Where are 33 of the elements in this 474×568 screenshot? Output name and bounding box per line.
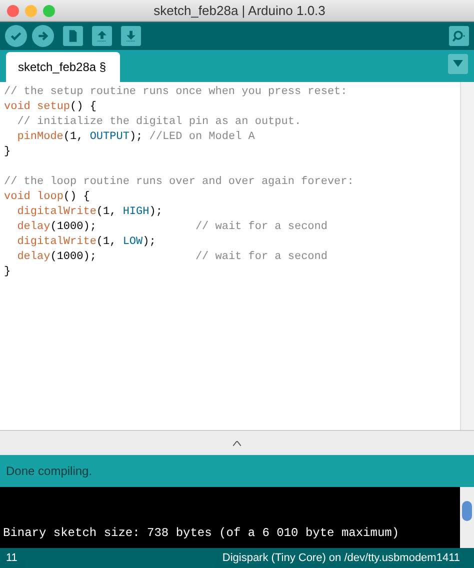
close-button[interactable]: [7, 4, 19, 16]
code-line: delay(1000); // wait for a second: [16, 220, 328, 235]
code-line: digitalWrite(1, LOW);: [16, 235, 157, 250]
splitter-handle-icon[interactable]: [233, 440, 241, 446]
code-line: digitalWrite(1, HIGH);: [16, 205, 164, 220]
code-line: void setup() {: [4, 100, 98, 115]
line-number: 11: [6, 550, 18, 566]
zoom-button[interactable]: [43, 4, 55, 16]
board-port-label: Digispark (Tiny Core) on /dev/tty.usbmodem1411: [222, 550, 460, 566]
upload-button[interactable]: [32, 25, 54, 47]
window-title: sketch_feb28a | Arduino 1.0.3: [152, 2, 326, 20]
code-line: // initialize the digital pin as an output.: [16, 115, 302, 130]
scrollbar[interactable]: [460, 487, 474, 548]
code-line: pinMode(1, OUTPUT); //LED on Model A: [16, 130, 256, 145]
code-line: }: [4, 145, 12, 160]
code-line: }: [4, 265, 12, 280]
scroll-thumb[interactable]: [462, 501, 472, 521]
verify-button[interactable]: [5, 25, 27, 47]
editor-tab[interactable]: sketch_feb28a §: [6, 52, 120, 82]
new-button[interactable]: [63, 26, 83, 46]
code-line: void loop() {: [4, 190, 91, 205]
dropdown-triangle-icon: [453, 60, 463, 68]
status-message: Done compiling.: [0, 455, 474, 487]
code-line: delay(1000); // wait for a second: [16, 250, 328, 265]
open-button[interactable]: [92, 26, 112, 46]
scrollbar[interactable]: [460, 82, 474, 430]
magnifier-icon: [451, 28, 467, 44]
console-line: Binary sketch size: 738 bytes (of a 6 010 byte maximum): [3, 525, 400, 542]
serial-monitor-button[interactable]: [449, 26, 469, 46]
code-line: // the setup routine runs once when you press reset:: [4, 85, 348, 100]
save-button[interactable]: [121, 26, 141, 46]
tab-menu-button[interactable]: [448, 54, 468, 74]
code-line: // the loop routine runs over and over again forever:: [4, 175, 355, 190]
